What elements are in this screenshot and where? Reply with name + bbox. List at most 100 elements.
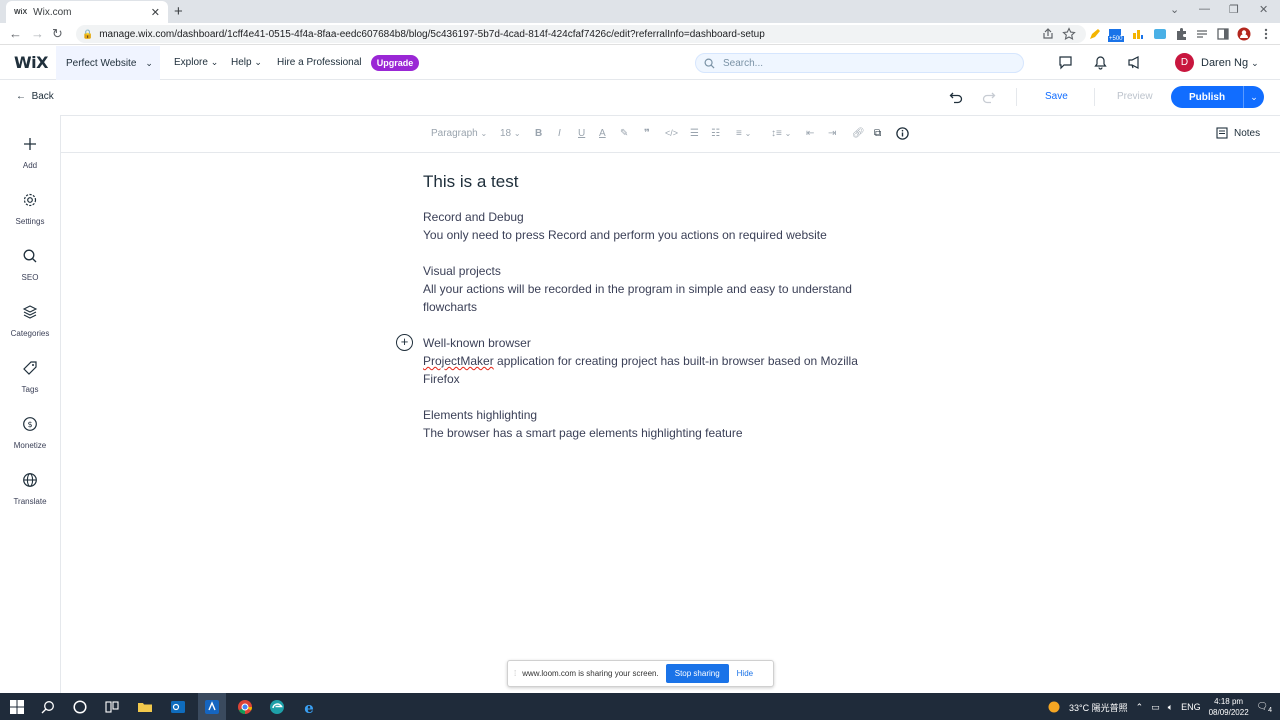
chevron-down-icon: ⌄ xyxy=(145,57,153,68)
content-block[interactable]: Well-known browser ProjectMaker applicat… xyxy=(423,334,893,388)
sidebar-item-seo[interactable]: SEO xyxy=(0,248,60,282)
link-icon[interactable]: 🔗︎ xyxy=(852,128,865,139)
bell-icon[interactable] xyxy=(1093,55,1108,70)
sun-icon xyxy=(1048,701,1060,713)
translate-extension-icon[interactable] xyxy=(1153,27,1167,41)
stop-sharing-button[interactable]: Stop sharing xyxy=(665,664,729,683)
info-icon[interactable] xyxy=(896,127,909,140)
paragraph-style-dropdown[interactable]: Paragraph ⌄ xyxy=(431,128,487,139)
sidebar-item-add[interactable]: Add xyxy=(0,136,60,170)
volume-icon[interactable]: 🔈︎ xyxy=(1168,702,1173,713)
upgrade-button[interactable]: Upgrade xyxy=(371,55,419,71)
post-title[interactable]: This is a test xyxy=(423,172,518,192)
content-block[interactable]: Visual projects All your actions will be… xyxy=(423,262,893,316)
add-block-icon[interactable]: + xyxy=(396,334,413,351)
star-icon[interactable] xyxy=(1062,27,1076,41)
user-menu[interactable]: Daren Ng ⌄ xyxy=(1201,57,1259,69)
increase-indent-icon[interactable]: ⇥ xyxy=(828,128,836,139)
text-color-icon[interactable]: A xyxy=(599,128,606,139)
chevron-up-icon[interactable]: ⌃ xyxy=(1136,702,1144,713)
numbered-list-icon[interactable]: ☰ xyxy=(690,128,699,139)
chrome-icon[interactable] xyxy=(237,699,253,715)
section-heading: Record and Debug xyxy=(423,210,524,224)
content-block[interactable]: Elements highlighting The browser has a … xyxy=(423,406,893,442)
minimize-icon[interactable]: — xyxy=(1199,3,1210,15)
reload-icon[interactable]: ↻ xyxy=(52,26,63,42)
new-tab-icon[interactable]: + xyxy=(174,3,183,20)
clock[interactable]: 4:18 pm 08/09/2022 xyxy=(1209,696,1249,718)
preview-button[interactable]: Preview xyxy=(1117,91,1153,102)
search-placeholder: Search... xyxy=(723,57,764,69)
internet-explorer-icon[interactable]: e xyxy=(301,699,317,715)
back-button[interactable]: ← Back xyxy=(16,91,54,102)
outlook-icon[interactable] xyxy=(170,699,186,715)
bulleted-list-icon[interactable]: ☷ xyxy=(711,128,720,139)
announcement-icon[interactable] xyxy=(1127,55,1142,70)
highlight-icon[interactable]: ✎ xyxy=(620,128,628,139)
font-size-dropdown[interactable]: 18 ⌄ xyxy=(500,128,521,139)
more-icon[interactable] xyxy=(1259,27,1273,41)
close-window-icon[interactable]: ✕ xyxy=(1259,3,1268,16)
reading-list-icon[interactable] xyxy=(1195,27,1209,41)
sidebar-item-tags[interactable]: Tags xyxy=(0,360,60,394)
language-indicator[interactable]: ENG xyxy=(1181,702,1201,712)
arrow-left-icon: ← xyxy=(16,91,26,102)
chat-icon[interactable] xyxy=(1058,55,1073,70)
tag-icon xyxy=(23,361,37,375)
embed-icon[interactable]: ⧉ xyxy=(874,128,881,139)
drag-handle-icon[interactable]: ⁞ xyxy=(514,669,516,678)
task-view-icon[interactable] xyxy=(104,699,120,715)
content-block[interactable]: Record and Debug You only need to press … xyxy=(423,208,893,244)
search-icon[interactable] xyxy=(40,699,56,715)
restore-icon[interactable]: ❐ xyxy=(1229,3,1239,16)
sidebar-item-monetize[interactable]: $ Monetize xyxy=(0,416,60,450)
back-icon[interactable]: ← xyxy=(9,26,22,41)
chevron-down-icon[interactable]: ⌄ xyxy=(1170,3,1179,16)
share-icon[interactable] xyxy=(1041,27,1055,41)
misspelled-word: ProjectMaker xyxy=(423,354,494,368)
save-button[interactable]: Save xyxy=(1045,91,1068,102)
sidebar-item-categories[interactable]: Categories xyxy=(0,304,60,338)
line-spacing-dropdown-icon[interactable]: ↕≡ ⌄ xyxy=(771,128,791,139)
align-dropdown-icon[interactable]: ≡ ⌄ xyxy=(736,128,751,139)
wix-logo[interactable]: WiX xyxy=(14,53,48,72)
code-block-icon[interactable]: </> xyxy=(665,128,678,138)
site-selector[interactable]: Perfect Website ⌄ xyxy=(56,46,160,80)
underline-icon[interactable]: U xyxy=(578,128,585,139)
app-icon[interactable] xyxy=(204,699,220,715)
profile-icon[interactable] xyxy=(1237,27,1251,41)
edge-icon[interactable] xyxy=(269,699,285,715)
search-input[interactable]: Search... xyxy=(695,53,1024,73)
publish-button[interactable]: Publish xyxy=(1171,92,1243,103)
section-body: ProjectMaker application for creating pr… xyxy=(423,352,893,388)
notifications-icon[interactable]: 🗨︎4 xyxy=(1257,701,1272,714)
url-text: manage.wix.com/dashboard/1cff4e41-0515-4… xyxy=(99,28,765,40)
decrease-indent-icon[interactable]: ⇤ xyxy=(806,128,814,139)
nav-help[interactable]: Help ⌄ xyxy=(231,57,262,68)
windows-start-icon[interactable] xyxy=(9,699,25,715)
file-explorer-icon[interactable] xyxy=(137,699,153,715)
quote-icon[interactable]: ❞ xyxy=(644,128,650,139)
puzzle-icon[interactable] xyxy=(1174,27,1188,41)
sidebar-item-settings[interactable]: Settings xyxy=(0,192,60,226)
avatar[interactable]: D xyxy=(1175,53,1194,72)
side-panel-icon[interactable] xyxy=(1216,27,1230,41)
weather-text[interactable]: 33°C 陽光普照 xyxy=(1069,701,1128,714)
bold-icon[interactable]: B xyxy=(535,128,542,139)
close-tab-icon[interactable]: ✕ xyxy=(151,6,160,19)
network-icon[interactable]: ▭ xyxy=(1151,702,1160,713)
cortana-icon[interactable] xyxy=(72,699,88,715)
browser-tab[interactable]: WiX Wix.com ✕ xyxy=(6,1,168,23)
url-field[interactable]: 🔒 manage.wix.com/dashboard/1cff4e41-0515… xyxy=(76,25,1086,43)
hide-button[interactable]: Hide xyxy=(737,669,753,678)
nav-hire-professional[interactable]: Hire a Professional xyxy=(277,57,361,68)
notes-button[interactable]: Notes xyxy=(1216,127,1260,139)
sidebar-item-translate[interactable]: Translate xyxy=(0,472,60,506)
undo-icon[interactable] xyxy=(949,90,963,104)
italic-icon[interactable]: I xyxy=(558,128,561,139)
pencil-extension-icon[interactable] xyxy=(1088,27,1102,41)
nav-explore[interactable]: Explore ⌄ xyxy=(174,57,218,68)
redo-icon xyxy=(982,92,996,104)
stats-extension-icon[interactable] xyxy=(1131,27,1145,41)
publish-options-chevron-icon[interactable]: ⌄ xyxy=(1244,92,1264,103)
